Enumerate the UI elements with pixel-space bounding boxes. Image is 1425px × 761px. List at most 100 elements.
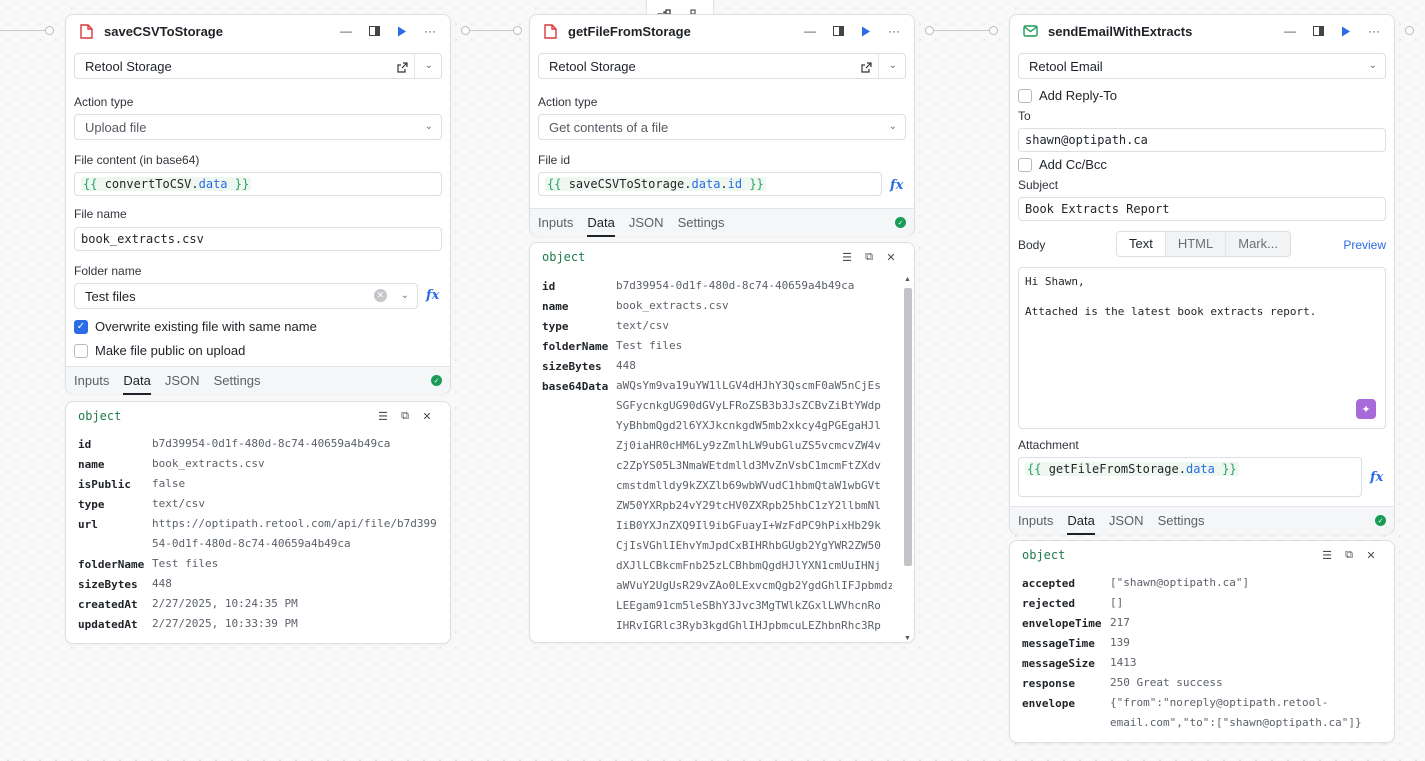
external-link-icon[interactable] bbox=[857, 58, 875, 76]
checkbox-checked-icon[interactable]: ✓ bbox=[74, 319, 88, 334]
fx-icon[interactable]: fx bbox=[890, 178, 903, 193]
tab-inputs[interactable]: Inputs bbox=[1018, 507, 1053, 535]
format-markdown[interactable]: Mark... bbox=[1226, 232, 1290, 256]
checkbox-unchecked-icon[interactable] bbox=[74, 343, 88, 358]
result-type: object bbox=[78, 409, 122, 423]
overwrite-checkbox[interactable]: ✓ Overwrite existing file with same name bbox=[74, 319, 317, 334]
action-type-value: Upload file bbox=[85, 119, 147, 135]
resource-select[interactable]: Retool Storage ⌄ bbox=[74, 53, 442, 79]
fx-icon[interactable]: fx bbox=[1370, 470, 1383, 485]
attachment-input[interactable]: {{ getFileFromStorage.data }} bbox=[1018, 457, 1362, 497]
sidebar-icon[interactable] bbox=[1308, 21, 1328, 41]
fx-icon[interactable]: fx bbox=[426, 288, 439, 303]
run-icon[interactable] bbox=[1336, 21, 1356, 41]
tab-settings[interactable]: Settings bbox=[214, 367, 261, 395]
subject-input[interactable]: Book Extracts Report bbox=[1018, 197, 1386, 221]
result-key: id bbox=[78, 438, 92, 451]
format-html[interactable]: HTML bbox=[1166, 232, 1227, 256]
result-value: 217 bbox=[1110, 616, 1130, 629]
more-icon[interactable]: ··· bbox=[1364, 21, 1384, 41]
file-id-input[interactable]: {{ saveCSVToStorage.data.id }} bbox=[538, 172, 882, 196]
to-input[interactable]: shawn@optipath.ca bbox=[1018, 128, 1386, 152]
close-icon[interactable]: ✕ bbox=[880, 251, 902, 264]
close-icon[interactable]: ✕ bbox=[416, 410, 438, 423]
run-icon[interactable] bbox=[392, 21, 412, 41]
tab-inputs[interactable]: Inputs bbox=[538, 209, 573, 237]
cc-checkbox[interactable]: Add Cc/Bcc bbox=[1018, 157, 1107, 172]
connector-dot[interactable] bbox=[45, 26, 54, 35]
chevron-down-icon: ⌄ bbox=[400, 290, 409, 301]
save-result-panel: object ☰ ⧉ ✕ id b7d39954-0d1f-480d-8c74-4… bbox=[65, 401, 451, 644]
connector-dot[interactable] bbox=[925, 26, 934, 35]
collapse-icon[interactable]: ☰ bbox=[1316, 549, 1338, 562]
result-key: sizeBytes bbox=[542, 360, 602, 373]
code-identifier: saveCSVToStorage bbox=[568, 177, 685, 191]
tab-json[interactable]: JSON bbox=[629, 209, 664, 237]
collapse-icon[interactable]: ☰ bbox=[372, 410, 394, 423]
chevron-down-icon: ⌄ bbox=[888, 121, 897, 132]
success-icon: ✓ bbox=[431, 375, 442, 386]
copy-icon[interactable]: ⧉ bbox=[858, 251, 880, 264]
checkbox-unchecked-icon[interactable] bbox=[1018, 157, 1032, 172]
reply-to-checkbox[interactable]: Add Reply-To bbox=[1018, 88, 1117, 103]
result-value: book_extracts.csv bbox=[152, 457, 265, 470]
result-key: sizeBytes bbox=[78, 578, 138, 591]
result-value: 448 bbox=[616, 359, 636, 372]
tab-data[interactable]: Data bbox=[1067, 507, 1095, 535]
copy-icon[interactable]: ⧉ bbox=[1338, 549, 1360, 562]
file-name-input[interactable]: book_extracts.csv bbox=[74, 227, 442, 251]
minimize-icon[interactable]: — bbox=[800, 21, 820, 41]
result-key: accepted bbox=[1022, 577, 1075, 590]
connector-dot[interactable] bbox=[513, 26, 522, 35]
tab-json[interactable]: JSON bbox=[1109, 507, 1144, 535]
public-checkbox[interactable]: Make file public on upload bbox=[74, 343, 245, 358]
sidebar-icon[interactable] bbox=[364, 21, 384, 41]
file-content-input[interactable]: {{ convertToCSV.data }} bbox=[74, 172, 442, 196]
clear-icon[interactable]: ✕ bbox=[374, 289, 387, 302]
tab-settings[interactable]: Settings bbox=[678, 209, 725, 237]
body-textarea[interactable]: Hi Shawn, Attached is the latest book ex… bbox=[1018, 267, 1386, 429]
sidebar-icon[interactable] bbox=[828, 21, 848, 41]
copy-icon[interactable]: ⧉ bbox=[394, 410, 416, 423]
connector-dot[interactable] bbox=[1405, 26, 1414, 35]
block-title[interactable]: sendEmailWithExtracts bbox=[1048, 24, 1272, 39]
more-icon[interactable]: ··· bbox=[884, 21, 904, 41]
tab-settings[interactable]: Settings bbox=[1158, 507, 1205, 535]
block-header: saveCSVToStorage — ··· bbox=[66, 15, 450, 47]
collapse-icon[interactable]: ☰ bbox=[836, 251, 858, 264]
resource-select[interactable]: Retool Email ⌄ bbox=[1018, 53, 1386, 79]
result-value: Test files bbox=[152, 557, 219, 570]
close-icon[interactable]: ✕ bbox=[1360, 549, 1382, 562]
scroll-thumb[interactable] bbox=[904, 288, 912, 566]
run-icon[interactable] bbox=[856, 21, 876, 41]
get-result-panel: object ☰ ⧉ ✕ id b7d39954-0d1f-480d-8c74-4… bbox=[529, 242, 915, 643]
block-title[interactable]: saveCSVToStorage bbox=[104, 24, 328, 39]
action-type-select[interactable]: Get contents of a file ⌄ bbox=[538, 114, 906, 140]
block-title[interactable]: getFileFromStorage bbox=[568, 24, 792, 39]
connector-dot[interactable] bbox=[461, 26, 470, 35]
tab-json[interactable]: JSON bbox=[165, 367, 200, 395]
action-type-select[interactable]: Upload file ⌄ bbox=[74, 114, 442, 140]
result-type: object bbox=[1022, 548, 1066, 562]
result-key: envelopeTime bbox=[1022, 617, 1102, 630]
tab-inputs[interactable]: Inputs bbox=[74, 367, 109, 395]
result-key: type bbox=[78, 498, 105, 511]
result-header: object ☰ ⧉ ✕ bbox=[1010, 541, 1394, 569]
folder-name-select[interactable]: Test files ✕ ⌄ bbox=[74, 283, 418, 309]
minimize-icon[interactable]: — bbox=[336, 21, 356, 41]
tab-data[interactable]: Data bbox=[587, 209, 615, 237]
get-file-block: getFileFromStorage — ··· Retool Storage … bbox=[529, 14, 915, 237]
format-text[interactable]: Text bbox=[1117, 232, 1166, 256]
resource-select[interactable]: Retool Storage ⌄ bbox=[538, 53, 906, 79]
preview-link[interactable]: Preview bbox=[1343, 238, 1386, 252]
scrollbar[interactable]: ▲ ▼ bbox=[902, 276, 912, 642]
result-value: 1413 bbox=[1110, 656, 1137, 669]
tab-data[interactable]: Data bbox=[123, 367, 151, 395]
more-icon[interactable]: ··· bbox=[420, 21, 440, 41]
connector-dot[interactable] bbox=[989, 26, 998, 35]
minimize-icon[interactable]: — bbox=[1280, 21, 1300, 41]
checkbox-unchecked-icon[interactable] bbox=[1018, 88, 1032, 103]
external-link-icon[interactable] bbox=[393, 58, 411, 76]
result-key: folderName bbox=[542, 340, 609, 353]
ai-assist-icon[interactable]: ✦ bbox=[1356, 399, 1376, 419]
